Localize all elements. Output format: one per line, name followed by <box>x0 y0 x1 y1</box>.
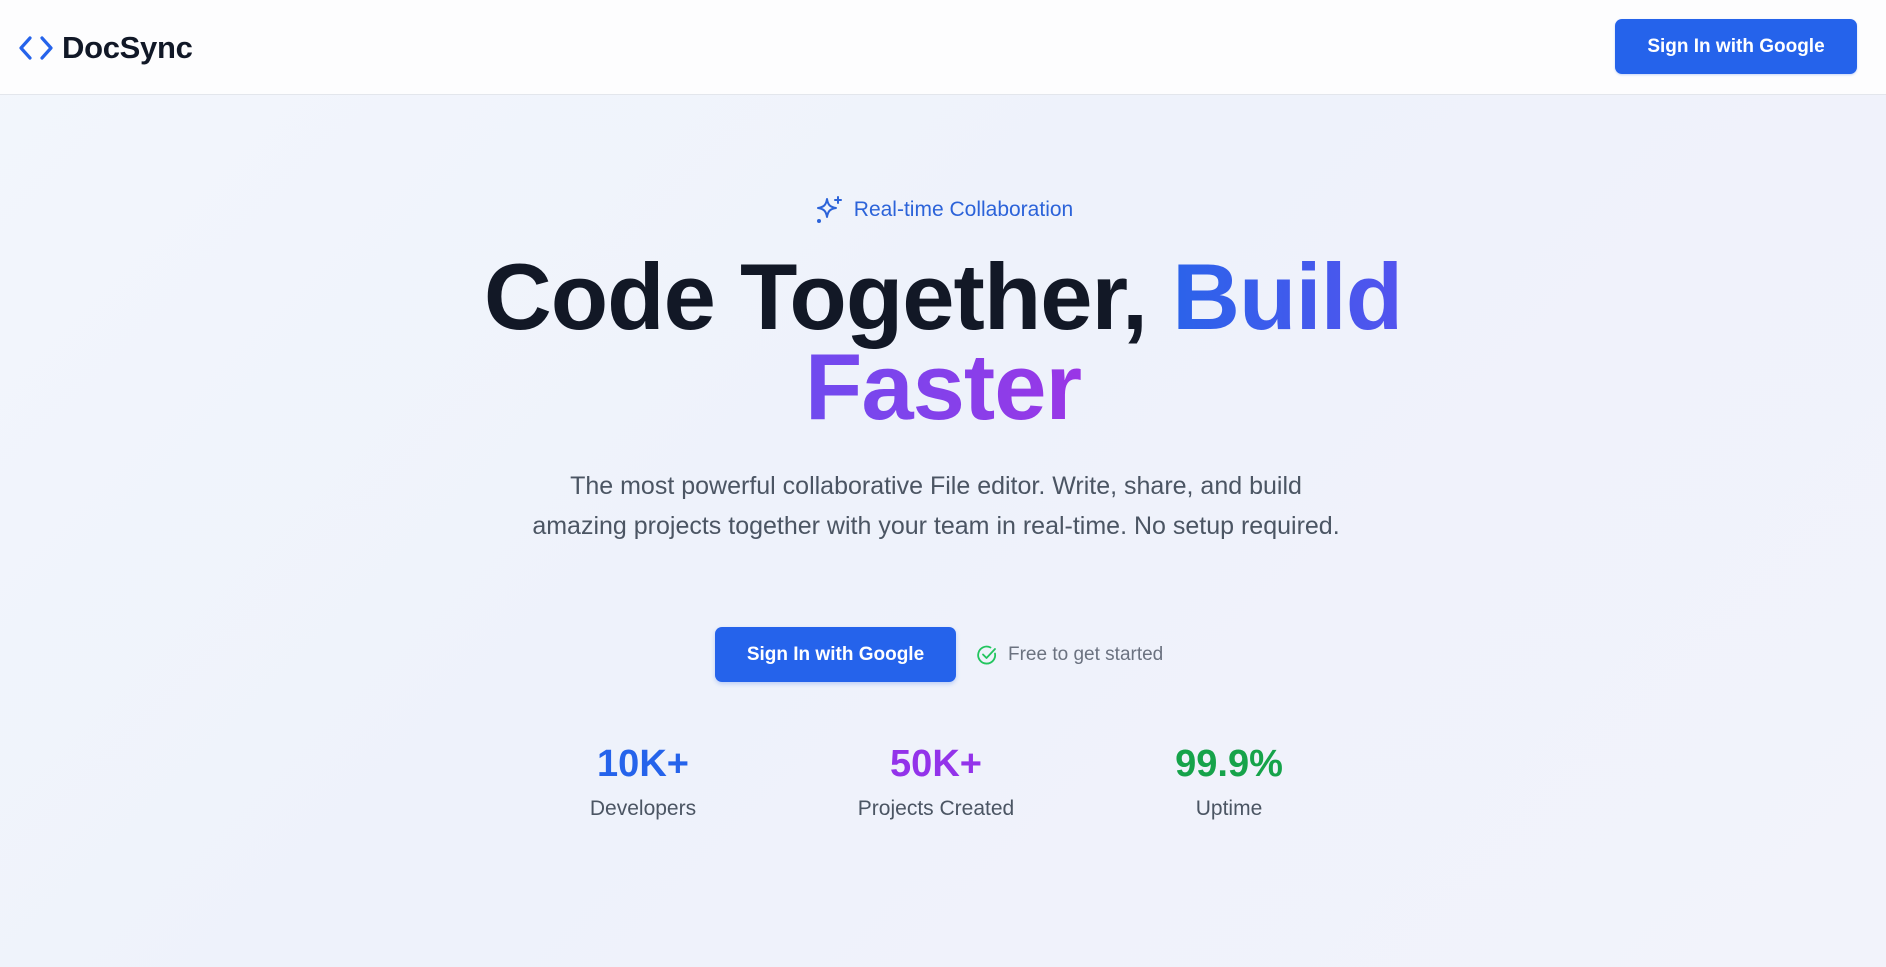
headline-faster: Faster <box>804 334 1082 439</box>
free-note-text: Free to get started <box>1008 643 1164 665</box>
hero-signin-button[interactable]: Sign In with Google <box>715 627 956 682</box>
code-brackets-icon <box>16 28 56 68</box>
hero-headline: Code Together, Build Faster <box>0 250 1886 434</box>
check-circle-icon <box>976 644 998 666</box>
stat-uptime: 99.9% Uptime <box>1109 738 1349 824</box>
badge-text: Real-time Collaboration <box>853 198 1074 221</box>
stat-label: Projects Created <box>857 797 1015 820</box>
stat-value: 10K+ <box>597 743 689 785</box>
hero-subtitle: The most powerful collaborative File edi… <box>532 472 1340 540</box>
stat-label: Developers <box>589 797 697 820</box>
free-note: Free to get started <box>976 644 1163 666</box>
sparkles-icon <box>813 194 845 226</box>
stat-value: 99.9% <box>1175 743 1283 785</box>
brand-name: DocSync <box>62 30 193 65</box>
top-navbar: DocSync Sign In with Google <box>0 0 1886 95</box>
headline-build: Build <box>1172 244 1403 349</box>
stat-projects: 50K+ Projects Created <box>816 738 1056 824</box>
stat-value: 50K+ <box>890 743 982 785</box>
header-signin-button[interactable]: Sign In with Google <box>1615 19 1857 74</box>
cta-row: Sign In with Google Free to get started <box>715 627 1163 682</box>
hero-badge: Real-time Collaboration <box>0 192 1886 228</box>
stat-label: Uptime <box>1195 797 1263 820</box>
stat-developers: 10K+ Developers <box>523 738 763 824</box>
brand-logo[interactable]: DocSync <box>16 28 193 68</box>
